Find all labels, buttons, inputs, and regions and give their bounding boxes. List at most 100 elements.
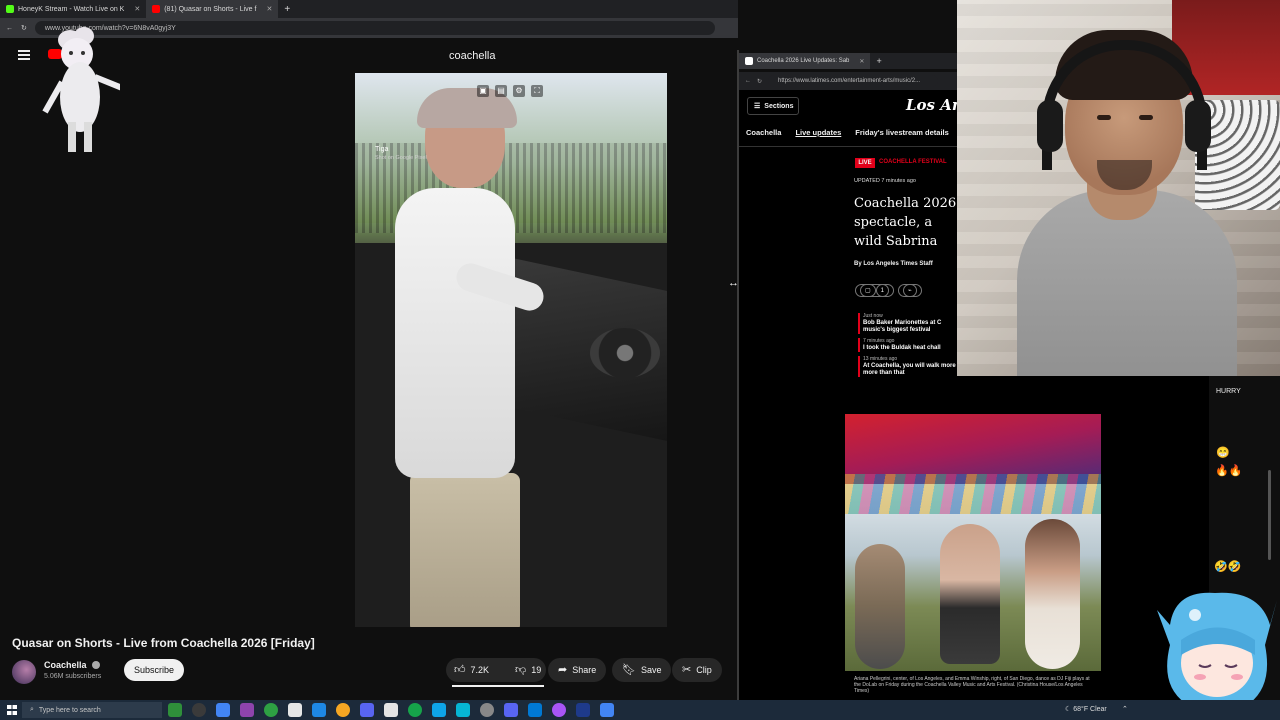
taskbar-app-icon[interactable] xyxy=(408,703,422,717)
chat-emoji: 😁 xyxy=(1216,447,1230,459)
like-button[interactable]: 👍︎ 7.2K xyxy=(446,658,497,682)
taskbar-app-icon[interactable] xyxy=(192,703,206,717)
taskbar-app-icon[interactable] xyxy=(432,703,446,717)
left-browser-tabbar: HoneyK Stream - Watch Live on K ✕ (81) Q… xyxy=(0,0,738,18)
video-title: Quasar on Shorts - Live from Coachella 2… xyxy=(12,636,315,650)
tab-latimes[interactable]: Coachella 2026 Live Updates: Sab ✕ xyxy=(739,53,871,69)
channel-avatar[interactable] xyxy=(12,660,36,684)
new-tab-button[interactable]: + xyxy=(870,53,887,69)
article-actions: ▢ 1 ⌁ xyxy=(855,284,922,297)
reload-icon[interactable]: ↻ xyxy=(757,78,762,85)
photo-person-right xyxy=(1025,519,1080,669)
resize-cursor-icon: ↔ xyxy=(728,277,739,289)
reload-icon[interactable]: ↻ xyxy=(21,24,27,32)
weather-icon: ☾ xyxy=(1065,706,1074,713)
photo-person-left xyxy=(855,544,905,669)
live-badge: LIVE xyxy=(855,158,875,168)
video-dj-legs xyxy=(410,473,520,627)
taskbar-app-icon[interactable] xyxy=(360,703,374,717)
taskbar-app-icon[interactable] xyxy=(264,703,278,717)
share-button[interactable]: ➦ Share xyxy=(548,658,607,682)
taskbar-app-icon[interactable] xyxy=(456,703,470,717)
captions-icon[interactable]: ▤ xyxy=(495,85,507,97)
overlay-sub: Shot on Google Pixel xyxy=(375,155,427,161)
dislike-count: 19 xyxy=(531,665,542,675)
nav-livestream-details[interactable]: Friday's livestream details xyxy=(855,128,949,137)
latimes-favicon-icon xyxy=(745,57,753,65)
latimes-subnav: Coachella Live updates Friday's livestre… xyxy=(746,128,971,137)
settings-icon[interactable]: ⚙ xyxy=(513,85,525,97)
new-tab-button[interactable]: + xyxy=(278,0,296,18)
taskbar-app-icon[interactable] xyxy=(240,703,254,717)
comments-button[interactable]: ▢ 1 xyxy=(855,284,895,297)
tab-youtube[interactable]: (81) Quasar on Shorts - Live f ✕ xyxy=(146,0,279,18)
pip-icon[interactable]: ▣ xyxy=(477,85,489,97)
close-tab-icon[interactable]: ✕ xyxy=(266,5,272,13)
search-input[interactable]: coachella xyxy=(449,50,495,62)
comments-count: 1 xyxy=(875,284,890,297)
dancing-mascot-overlay xyxy=(42,27,120,152)
back-arrow-icon[interactable]: ← xyxy=(745,78,751,84)
subscribe-button[interactable]: Subscribe xyxy=(124,659,184,681)
taskbar-app-icon[interactable] xyxy=(528,703,542,717)
anime-sticker-overlay xyxy=(1157,592,1277,703)
taskbar-search-placeholder: Type here to search xyxy=(38,706,101,714)
thumbs-up-icon: 👍︎ xyxy=(454,663,466,676)
taskbar-app-icon[interactable] xyxy=(216,703,230,717)
share-arrow-icon: ➦ xyxy=(558,663,568,676)
share-link-button[interactable]: ⌁ xyxy=(898,284,922,297)
clip-button[interactable]: ✂ Clip xyxy=(672,658,722,682)
menu-icon: ☰ xyxy=(754,103,761,110)
tab-honeyk[interactable]: HoneyK Stream - Watch Live on K ✕ xyxy=(0,0,146,18)
taskbar-app-icon[interactable] xyxy=(576,703,590,717)
save-label: Save xyxy=(640,665,662,675)
fullscreen-icon[interactable]: ⛶ xyxy=(531,85,543,97)
bookmark-icon: 🔖︎ xyxy=(622,663,636,676)
weather-text: 68°F Clear xyxy=(1073,706,1107,713)
taskbar-app-icon[interactable] xyxy=(336,703,350,717)
video-controls: ▣ ▤ ⚙ ⛶ xyxy=(477,85,543,97)
system-tray[interactable]: ⌃ xyxy=(1122,705,1128,713)
like-dislike-group: 👍︎ 7.2K 👎︎ 19 xyxy=(446,658,546,682)
address-input[interactable]: www.youtube.com/watch?v=6N8vA0gyj3Y xyxy=(34,21,715,35)
weather-widget[interactable]: ☾ 68°F Clear xyxy=(1065,705,1107,713)
menu-icon[interactable] xyxy=(18,50,30,60)
close-tab-icon[interactable]: ✕ xyxy=(859,58,864,65)
nav-coachella[interactable]: Coachella xyxy=(746,128,781,137)
save-button[interactable]: 🔖︎ Save xyxy=(612,658,672,682)
subscriber-count: 5.06M subscribers xyxy=(44,673,102,680)
clip-label: Clip xyxy=(696,665,712,675)
section-tag[interactable]: COACHELLA FESTIVAL xyxy=(879,159,947,165)
taskbar-search[interactable]: ⌕ Type here to search xyxy=(22,702,162,718)
link-icon: ⌁ xyxy=(903,284,917,297)
taskbar-app-icon[interactable] xyxy=(600,703,614,717)
chat-scrollbar[interactable] xyxy=(1268,470,1271,560)
article-photo[interactable] xyxy=(845,414,1101,671)
latimes-logo[interactable]: Los An xyxy=(906,96,963,114)
photo-streamers xyxy=(845,474,1101,514)
windows-taskbar: ⌕ Type here to search ☾ 68°F Clear ⌃ xyxy=(0,700,1280,720)
sections-button[interactable]: ☰ Sections xyxy=(747,97,799,115)
photo-caption: Ariana Pellegrini, center, of Los Angele… xyxy=(854,676,1090,694)
taskbar-pinned-apps xyxy=(168,703,614,717)
close-tab-icon[interactable]: ✕ xyxy=(134,5,140,13)
address-input[interactable]: https://www.latimes.com/entertainment-ar… xyxy=(768,75,939,87)
comment-icon: ▢ xyxy=(860,284,876,297)
taskbar-app-icon[interactable] xyxy=(480,703,494,717)
windows-start-icon[interactable] xyxy=(7,705,17,715)
taskbar-app-icon[interactable] xyxy=(552,703,566,717)
taskbar-app-icon[interactable] xyxy=(288,703,302,717)
tab-label: Coachella 2026 Live Updates: Sab xyxy=(757,58,850,64)
back-arrow-icon[interactable]: ← xyxy=(6,25,13,32)
nav-live-updates[interactable]: Live updates xyxy=(795,128,841,137)
channel-name[interactable]: Coachella xyxy=(44,660,87,670)
dislike-button[interactable]: 👎︎ 19 xyxy=(507,658,549,682)
taskbar-app-icon[interactable] xyxy=(168,703,182,717)
video-overlay-credit: Tiga Shot on Google Pixel xyxy=(375,145,427,163)
nav-divider xyxy=(739,146,957,147)
taskbar-app-icon[interactable] xyxy=(312,703,326,717)
taskbar-app-icon[interactable] xyxy=(384,703,398,717)
short-video-player[interactable]: Tiga Shot on Google Pixel ▣ ▤ ⚙ ⛶ xyxy=(355,73,667,627)
taskbar-app-icon[interactable] xyxy=(504,703,518,717)
chat-emoji: 🤣🤣 xyxy=(1214,561,1242,573)
